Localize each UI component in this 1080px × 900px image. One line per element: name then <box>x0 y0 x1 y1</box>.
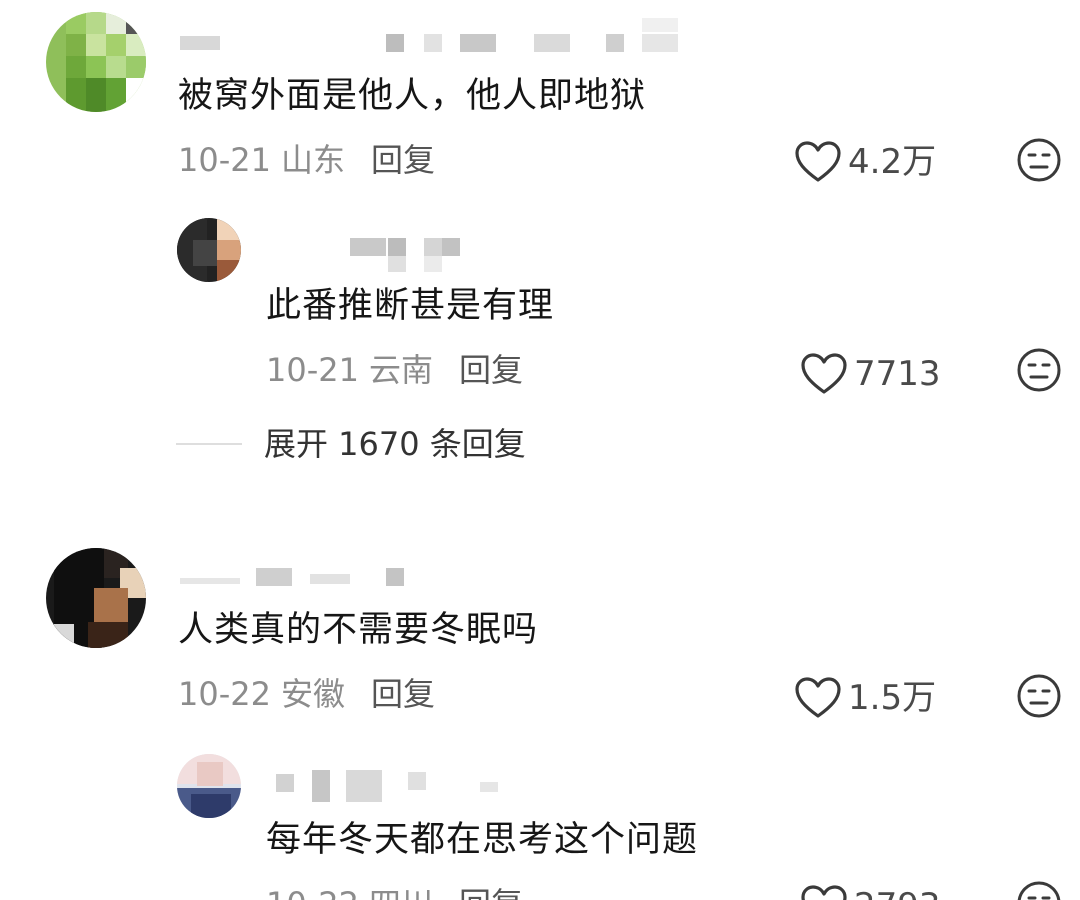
avatar[interactable] <box>177 754 241 818</box>
reply-date: 10-21 <box>266 351 359 389</box>
meh-face-icon[interactable] <box>1016 347 1062 393</box>
reply-location: 云南 <box>368 351 433 389</box>
username-redacted[interactable] <box>180 18 700 60</box>
reply-button[interactable]: 回复 <box>459 885 523 900</box>
username-redacted[interactable] <box>180 566 420 596</box>
comment-list: 被窝外面是他人，他人即地狱 10-21 山东 回复 4.2万 此番推断甚是有理 … <box>0 0 1080 900</box>
meh-face-icon[interactable] <box>1016 880 1062 900</box>
meh-face-icon[interactable] <box>1016 137 1062 183</box>
comment-text: 人类真的不需要冬眠吗 <box>178 610 539 650</box>
like-count: 1.5万 <box>848 678 937 718</box>
comment-meta: 10-22 安徽 回复 <box>178 674 435 714</box>
heart-outline-icon <box>795 677 841 718</box>
heart-outline-icon <box>801 353 847 394</box>
reply-meta: 10-21 云南 回复 <box>266 350 523 390</box>
like-count: 4.2万 <box>848 142 937 182</box>
like-button[interactable]: 1.5万 <box>794 676 936 720</box>
username-redacted[interactable] <box>300 238 500 272</box>
like-button[interactable]: 7713 <box>800 352 941 396</box>
avatar[interactable] <box>177 218 241 282</box>
reply-meta: 10-22 四川 回复 <box>266 884 523 900</box>
reply-text: 此番推断甚是有理 <box>266 286 555 326</box>
reply-button[interactable]: 回复 <box>371 675 435 713</box>
comment-date: 10-22 <box>178 675 271 713</box>
reply-date: 10-22 <box>266 885 359 900</box>
username-redacted[interactable] <box>276 770 516 802</box>
divider <box>176 443 242 445</box>
avatar[interactable] <box>46 12 146 112</box>
heart-outline-icon <box>795 141 841 182</box>
reply-text: 每年冬天都在思考这个问题 <box>266 820 699 860</box>
reply-button[interactable]: 回复 <box>371 141 435 179</box>
comment-location: 山东 <box>280 141 345 179</box>
reply-button[interactable]: 回复 <box>459 351 523 389</box>
avatar[interactable] <box>46 548 146 648</box>
like-count: 7713 <box>854 354 941 394</box>
reply-location: 四川 <box>369 885 433 900</box>
like-button[interactable]: 4.2万 <box>794 140 936 184</box>
expand-replies-label: 展开 1670 条回复 <box>264 425 526 463</box>
comment-meta: 10-21 山东 回复 <box>178 140 435 180</box>
like-count: 2793 <box>854 886 941 900</box>
heart-outline-icon <box>801 885 847 900</box>
comment-text: 被窝外面是他人，他人即地狱 <box>178 76 647 116</box>
meh-face-icon[interactable] <box>1016 673 1062 719</box>
comment-location: 安徽 <box>280 675 345 713</box>
like-button[interactable]: 2793 <box>800 884 941 900</box>
comment-date: 10-21 <box>178 141 271 179</box>
expand-replies-button[interactable]: 展开 1670 条回复 <box>176 424 526 464</box>
